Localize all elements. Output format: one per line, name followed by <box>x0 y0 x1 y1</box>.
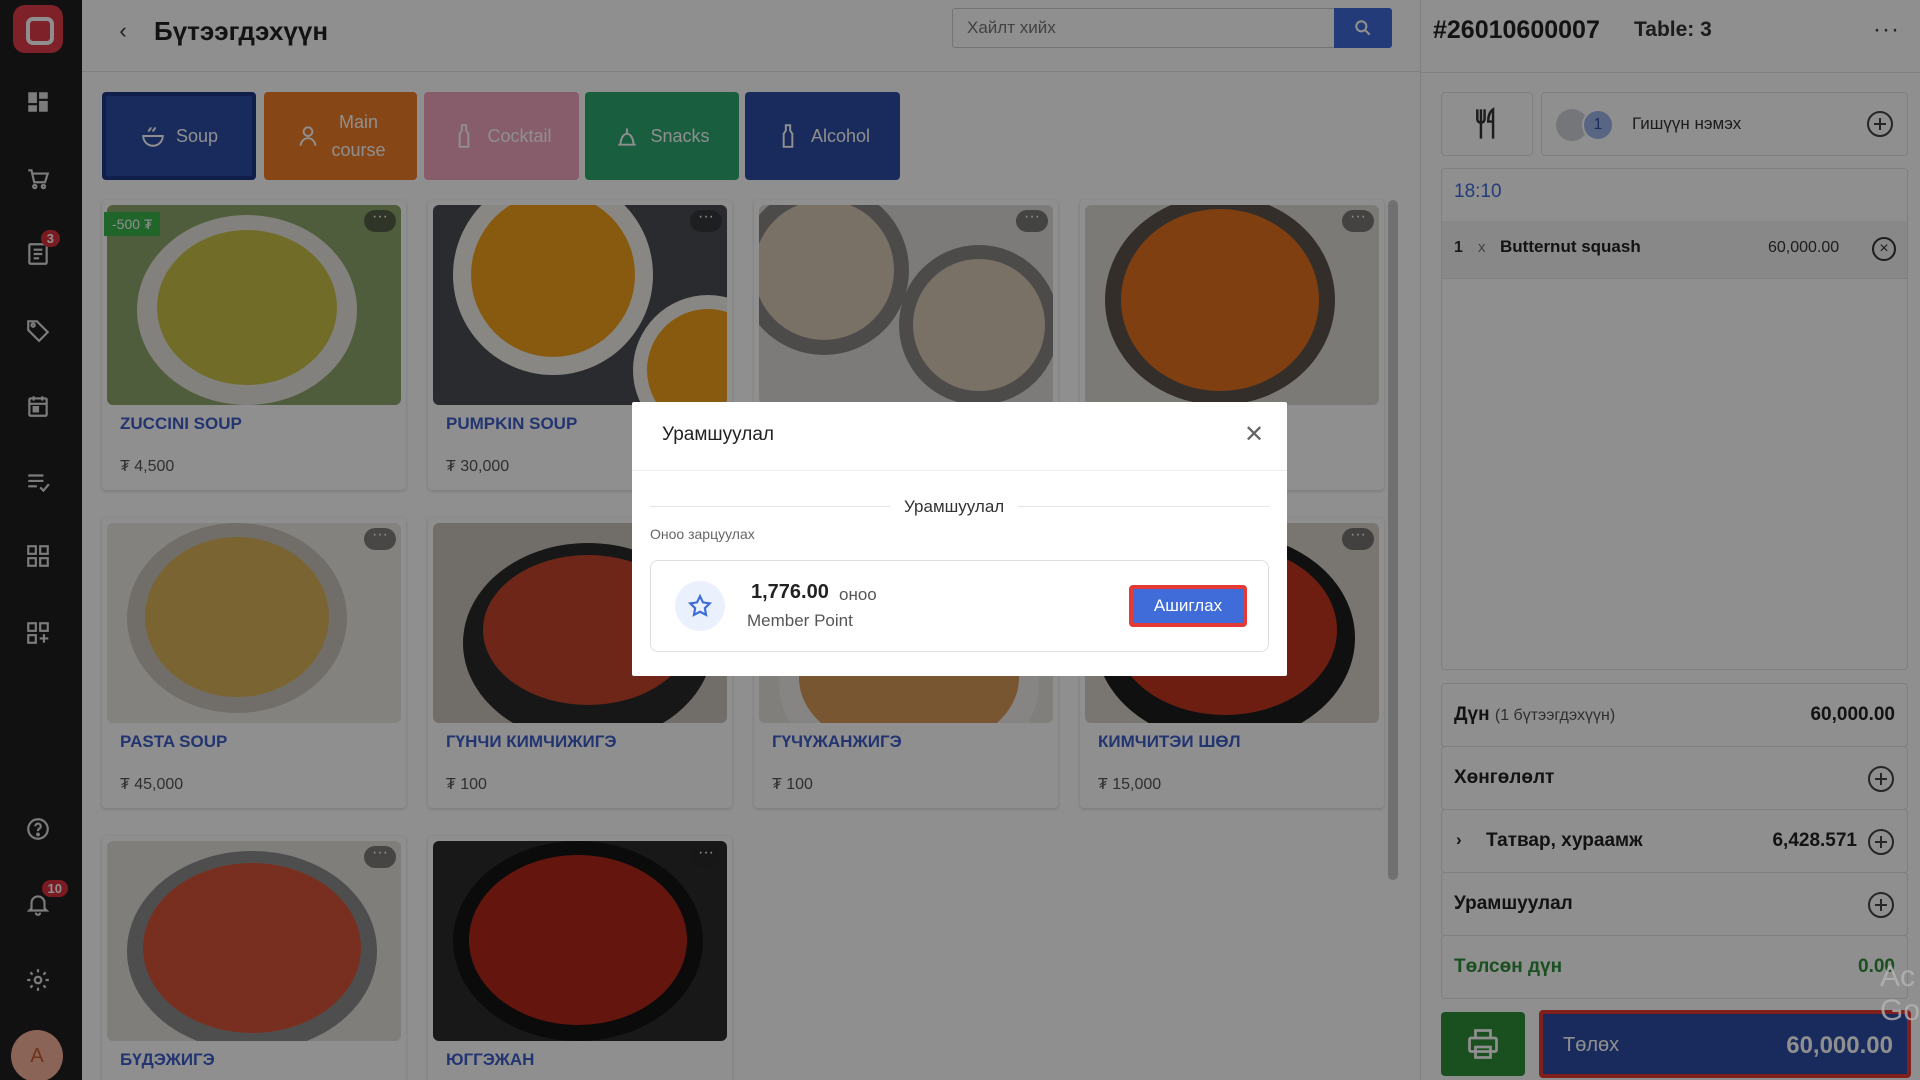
points-value: 1,776.00 <box>751 581 829 603</box>
member-points-card: 1,776.00 оноо Member Point Ашиглах <box>650 560 1269 652</box>
section-title: Урамшуулал <box>890 497 1019 517</box>
dialog-title: Урамшуулал <box>662 424 774 445</box>
points-unit: оноо <box>839 585 877 604</box>
star-icon <box>675 581 725 631</box>
close-icon[interactable]: ✕ <box>1239 420 1269 450</box>
os-watermark: Ac Go <box>1880 960 1920 1027</box>
use-points-button[interactable]: Ашиглах <box>1129 585 1247 627</box>
section-divider: Урамшуулал <box>650 497 1269 517</box>
section-subtitle: Оноо зарцуулах <box>650 526 755 542</box>
points-label: Member Point <box>747 611 853 630</box>
divider <box>632 470 1287 471</box>
promotion-dialog: Урамшуулал ✕ Урамшуулал Оноо зарцуулах 1… <box>632 402 1287 676</box>
